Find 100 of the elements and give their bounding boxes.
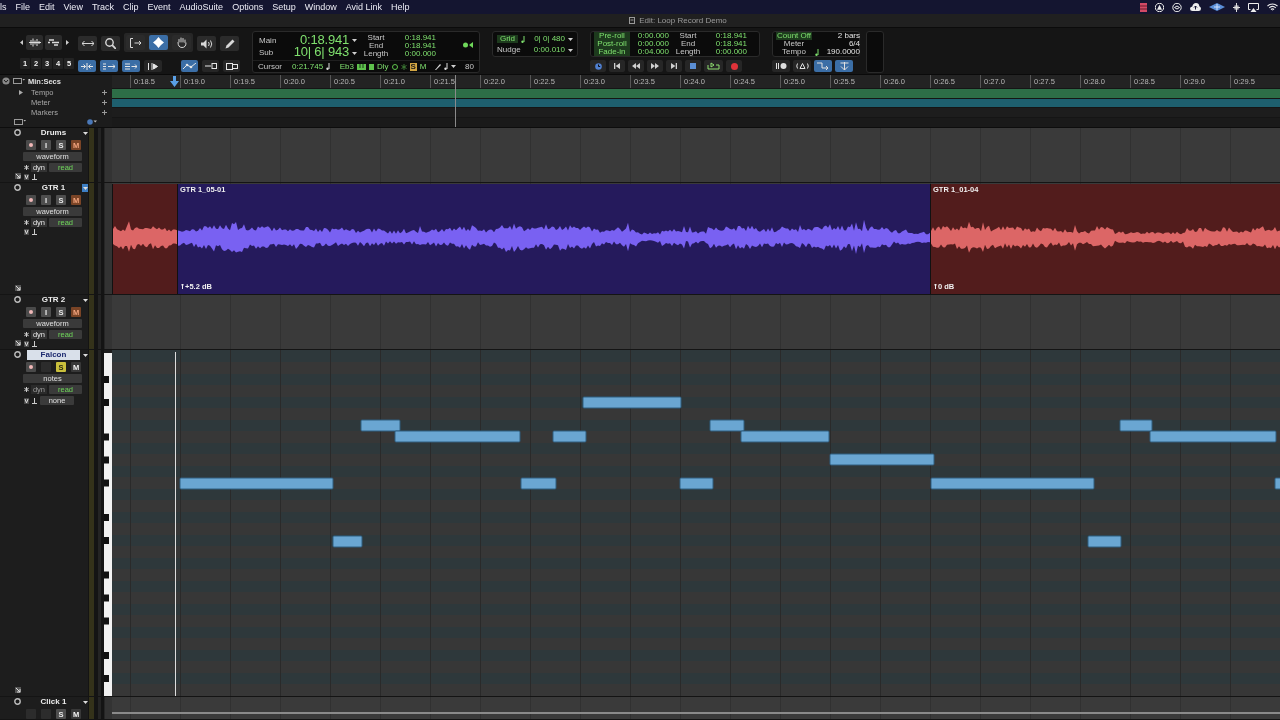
selection-value[interactable]: 0:18.941 [404,42,436,50]
midi-zoom-button[interactable] [45,35,62,50]
midi-note[interactable] [179,477,334,490]
midi-note[interactable] [709,419,745,432]
midi-setting-value[interactable]: 6/4 [824,40,860,48]
velocity-value[interactable]: 80 [465,62,474,71]
midi-setting-label[interactable]: Count Off [776,32,812,40]
midi-note[interactable] [332,535,363,548]
grid-value[interactable]: 0| 0| 480 [534,35,565,43]
midi-note[interactable] [1149,430,1277,443]
track-name[interactable]: Drums [27,128,80,138]
menu-item[interactable]: Help [391,1,410,13]
menu-item[interactable]: Clip [123,1,139,13]
midi-note[interactable] [1274,477,1280,490]
zoom-toggle-button[interactable] [78,36,97,51]
midi-setting-value[interactable]: 190.0000 [824,48,860,56]
menu-item[interactable]: Edit [39,1,55,13]
midi-note[interactable] [582,396,682,409]
midi-input-button[interactable] [835,60,853,72]
menu-item[interactable]: Options [232,1,264,13]
midi-note[interactable] [740,430,830,443]
online-button[interactable] [590,60,606,72]
roll-label[interactable]: Fade-in [594,48,630,56]
midi-note[interactable] [360,419,401,432]
selection-value[interactable]: 0:18.941 [404,34,436,42]
midi-note[interactable] [829,453,935,466]
midi-note[interactable] [552,430,587,443]
grid-mode-button[interactable] [144,60,162,72]
record-enable-button[interactable] [26,195,36,205]
return-to-zero-button[interactable] [609,60,625,72]
menu-item[interactable]: ls [0,1,7,13]
keyboard-focus-button[interactable] [223,60,240,72]
menu-item[interactable]: Track [91,1,115,13]
track-menu-button[interactable] [82,296,88,304]
grabber-tool-button[interactable] [149,35,168,50]
record-enable-button[interactable] [26,307,36,317]
pencil-tool-button[interactable] [220,36,239,51]
roll-label[interactable]: Pre-roll [594,32,630,40]
audio-zoom-button[interactable] [26,35,43,50]
selection-label: End [368,42,384,50]
wait-for-note-button[interactable] [814,60,832,72]
metronome-button[interactable] [772,60,790,72]
selection-value[interactable]: 0:18.941 [707,40,747,48]
playhead-handle[interactable] [170,76,179,87]
track-menu-button[interactable] [82,184,88,192]
roll-value[interactable]: 0:04.000 [633,48,669,56]
menu-item[interactable]: View [63,1,83,13]
shuffle-mode-button[interactable] [78,60,96,72]
record-button[interactable] [726,60,742,72]
midi-note[interactable] [1119,419,1153,432]
slip-mode-button[interactable] [122,60,140,72]
selection-value[interactable]: 0:00.000 [404,50,436,58]
record-enable-button[interactable] [26,140,36,150]
track-name[interactable]: Click 1 [27,697,80,707]
counter-value[interactable]: 0:18.941 [300,34,349,46]
midi-note[interactable] [930,477,1095,490]
insertion-follows-button[interactable] [202,60,219,72]
midi-note[interactable] [520,477,557,490]
audio-clip[interactable] [112,184,177,294]
track-menu-button[interactable] [82,698,88,706]
track-name[interactable]: GTR 1 [27,183,80,193]
track-menu-button[interactable] [82,129,88,137]
roll-value[interactable]: 0:00.000 [633,32,669,40]
menu-item[interactable]: Setup [272,1,296,13]
menu-item[interactable]: Event [147,1,171,13]
track-name[interactable]: Falcon [27,350,80,360]
roll-label[interactable]: Post-roll [594,40,630,48]
track-name[interactable]: GTR 2 [27,295,80,305]
rewind-button[interactable] [628,60,644,72]
midi-setting-label[interactable]: Tempo [776,48,812,56]
selection-value[interactable]: 0:18.941 [707,32,747,40]
midi-note[interactable] [1087,535,1122,548]
menu-item[interactable]: File [15,1,30,13]
track-menu-button[interactable] [82,351,88,359]
selection-value[interactable]: 0:00.000 [707,48,747,56]
menu-item[interactable]: Window [304,1,337,13]
record-enable-button[interactable] [26,362,36,372]
scrub-tool-button[interactable] [197,36,216,51]
midi-merge-button[interactable] [793,60,811,72]
go-to-end-button[interactable] [666,60,682,72]
roll-value[interactable]: 0:00.000 [633,40,669,48]
stop-button[interactable] [685,60,701,72]
grid-toggle[interactable]: Grid [497,35,518,43]
horizontal-scrollbar[interactable] [112,712,1280,714]
midi-note[interactable] [679,477,714,490]
spot-mode-button[interactable] [100,60,118,72]
zoom-tool-button[interactable] [101,36,120,51]
menu-item[interactable]: AudioSuite [179,1,224,13]
nudge-value[interactable]: 0:00.010 [533,46,565,54]
hand-tool-button[interactable] [172,35,191,50]
midi-setting-value[interactable]: 2 bars [824,32,860,40]
counter-value[interactable]: 10| 6| 943 [293,46,349,58]
play-button[interactable] [704,60,723,72]
midi-note[interactable] [394,430,521,443]
midi-setting-label[interactable]: Meter [776,40,812,48]
trim-tool-button[interactable] [126,35,145,50]
asterisk-icon [24,165,29,170]
menu-item[interactable]: Avid Link [345,1,383,13]
link-timeline-button[interactable] [181,60,198,72]
fast-forward-button[interactable] [647,60,663,72]
